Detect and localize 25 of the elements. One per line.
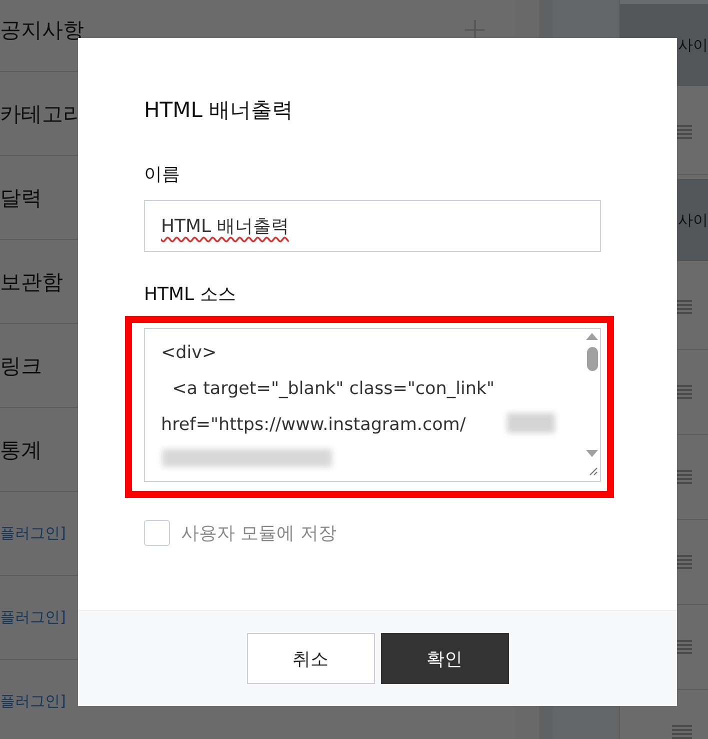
name-field[interactable]: HTML 배너출력 [144, 200, 601, 252]
source-textarea[interactable]: <div> <a target="_blank" class="con_link" href="https://www.instagram.com/ [144, 328, 601, 482]
dialog-title: HTML 배너출력 [144, 97, 294, 124]
scroll-thumb[interactable] [586, 347, 598, 371]
confirm-button[interactable]: 확인 [380, 633, 508, 684]
scroll-down-icon[interactable] [585, 449, 599, 459]
menu-item[interactable]: 공지사항 [0, 16, 84, 44]
field-label: 이름 [144, 163, 181, 186]
scroll-up-icon[interactable] [585, 331, 599, 341]
checkbox-label[interactable]: 사용자 모듈에 저장 [181, 521, 336, 545]
checkbox[interactable] [144, 520, 170, 546]
menu-item[interactable]: 플러그인] [0, 692, 66, 711]
panel-title: 사이 [678, 36, 708, 54]
menu-item[interactable]: 플러그인] [0, 524, 66, 543]
menu-item[interactable]: 달력 [0, 184, 42, 212]
field-label: HTML 소스 [144, 283, 237, 306]
cancel-button[interactable]: 취소 [246, 633, 374, 684]
blurred-text [507, 413, 555, 433]
add-icon[interactable] [464, 18, 486, 40]
menu-item[interactable]: 보관함 [0, 268, 63, 296]
panel-title: 사이 [678, 210, 708, 230]
menu-item[interactable]: 통계 [0, 436, 42, 464]
resize-grip-icon[interactable] [588, 466, 598, 476]
menu-item[interactable]: 링크 [0, 352, 42, 380]
menu-item[interactable]: 플러그인] [0, 608, 66, 627]
